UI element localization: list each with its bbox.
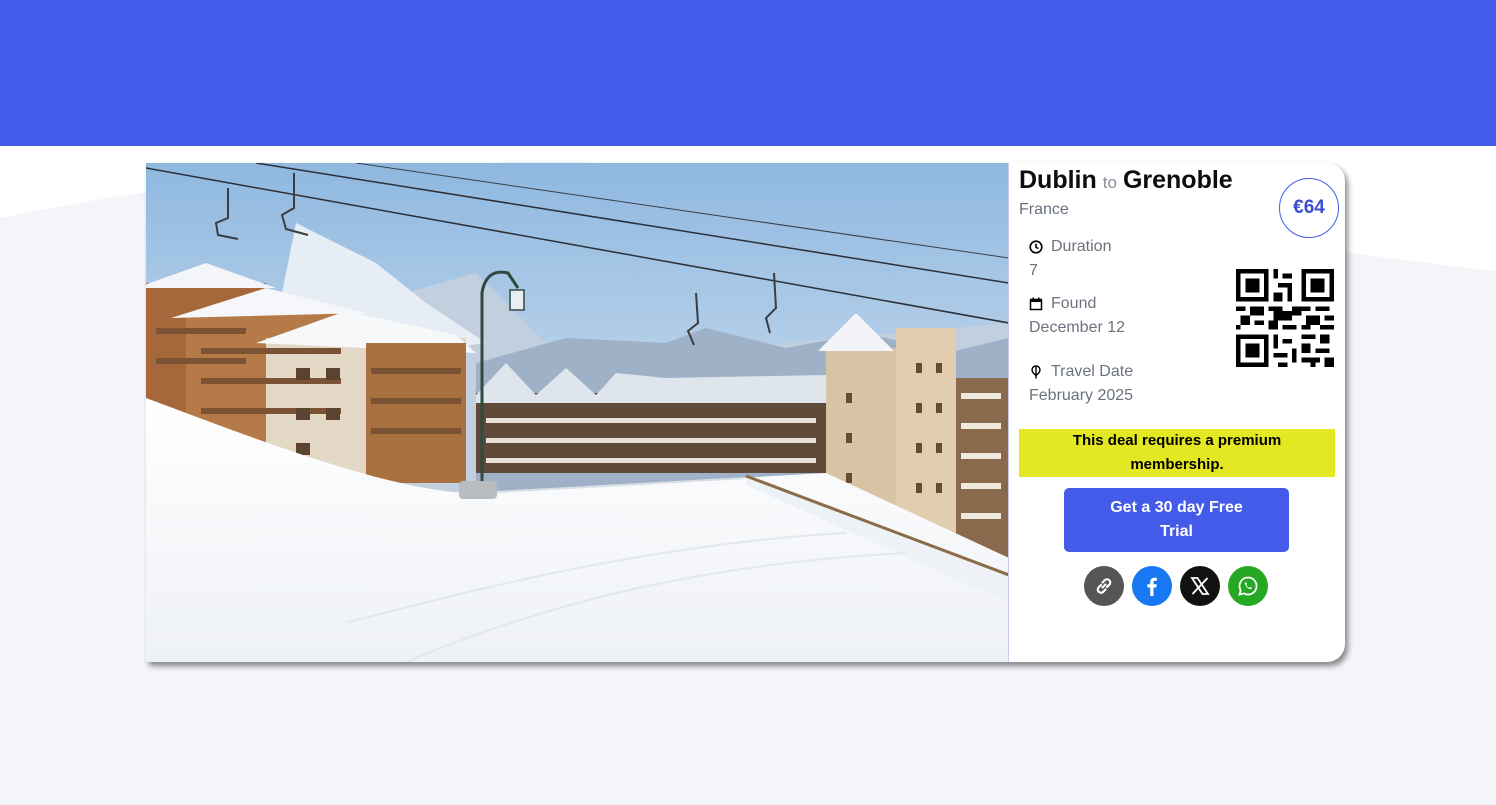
premium-required-banner: This deal requires a premium membership. <box>1019 429 1335 477</box>
travel-date-stat: Travel Date February 2025 <box>1029 360 1133 408</box>
origin-city: Dublin <box>1019 166 1097 194</box>
travel-date-value: February 2025 <box>1029 387 1134 404</box>
destination-city: Grenoble <box>1122 166 1233 194</box>
whatsapp-icon <box>1235 573 1261 599</box>
travel-date-label: Travel Date <box>1051 363 1134 380</box>
destination-photo <box>146 163 1009 662</box>
facebook-icon <box>1140 574 1164 598</box>
free-trial-button[interactable]: Get a 30 day Free Trial <box>1064 488 1289 552</box>
clock-icon <box>1029 240 1043 254</box>
deal-card: Dublin to Grenoble France €64 Duration 7 F… <box>146 163 1345 662</box>
x-share-button[interactable] <box>1180 566 1220 606</box>
location-pin-icon <box>1029 365 1043 379</box>
qr-code-icon <box>1236 269 1334 367</box>
deal-info-panel: Dublin to Grenoble France €64 Duration 7 F… <box>1009 163 1345 662</box>
duration-value: 7 <box>1029 262 1038 279</box>
share-buttons <box>1084 566 1268 606</box>
found-stat: Found December 12 <box>1029 292 1125 340</box>
duration-label: Duration <box>1051 238 1112 255</box>
whatsapp-share-button[interactable] <box>1228 566 1268 606</box>
destination-country: France <box>1019 201 1069 218</box>
duration-stat: Duration 7 <box>1029 235 1111 283</box>
calendar-icon <box>1029 297 1043 311</box>
route-title: Dublin to Grenoble <box>1019 166 1233 195</box>
found-label: Found <box>1051 295 1097 312</box>
found-value: December 12 <box>1029 319 1126 336</box>
link-icon <box>1092 574 1116 598</box>
top-header-band <box>0 0 1496 146</box>
copy-link-button[interactable] <box>1084 566 1124 606</box>
facebook-share-button[interactable] <box>1132 566 1172 606</box>
route-connector: to <box>1102 173 1117 192</box>
price-badge: €64 <box>1279 178 1339 238</box>
x-icon <box>1189 575 1211 597</box>
